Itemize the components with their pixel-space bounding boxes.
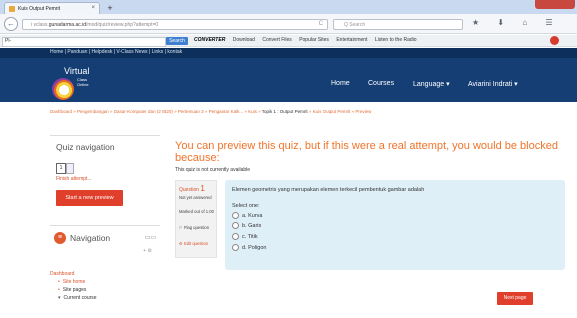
nav-item-current-course[interactable]: Current course [50,294,97,302]
nav-item-site-home[interactable]: Site home [50,278,97,286]
breadcrumb-tail[interactable]: » Kuis Output Pemrit » Preview [308,109,372,114]
flag-question-link[interactable]: ⚐ Flag question [179,225,215,230]
breadcrumb: Dashboard » Pengembangan » Dasar-Kompute… [50,109,371,114]
question-number: Question 1 [179,184,205,193]
question-nav-flag [66,163,74,174]
radio-button[interactable] [232,233,239,240]
question-info: Question 1 Not yet answered Marked out o… [175,180,217,258]
question-nav-button[interactable]: 1 [56,163,66,174]
url-text: i vclass.gunadarma.ac.id/mod/quiz/review… [31,22,159,28]
quiz-navigation-heading: Quiz navigation [56,142,115,152]
window-close-button[interactable] [535,0,575,9]
reload-icon[interactable]: C [319,21,323,27]
select-one-label: Select one: [232,203,260,209]
url-bar[interactable]: i vclass.gunadarma.ac.id/mod/quiz/review… [22,19,328,30]
breadcrumb-current[interactable]: Topik 1 : Output Pemrit [262,109,308,114]
navigation-icon: ≡ [54,232,66,244]
toolbar-search-input[interactable]: Pl- [2,37,166,47]
block-settings-icon[interactable]: + ⚙ [143,248,152,254]
breadcrumb-trail[interactable]: Dashboard » Pengembangan » Dasar-Kompute… [50,109,262,114]
question-marks: Marked out of 1.00 [179,209,214,214]
next-page-button[interactable]: Next page [497,292,533,305]
preview-warning: You can preview this quiz, but if this w… [175,140,558,164]
tab-close-icon[interactable]: × [91,5,95,11]
logo-sub-2: Online [77,82,89,87]
toolbar-entertainment[interactable]: Entertainment [336,37,367,43]
navigation-heading: Navigation [70,233,111,243]
toolbar-icons[interactable]: ★ ⬇ ⌂ ☰ [472,18,572,30]
answer-option-b[interactable]: b. Garis [232,222,261,229]
nav-item-site-pages[interactable]: Site pages [50,286,97,294]
addon-toolbar: Pl- Search CONVERTER Download Convert Fi… [0,35,577,47]
new-tab-button[interactable]: + [103,3,117,13]
site-logo[interactable]: Virtual Class Online [48,66,90,100]
nav-language[interactable]: Language ▾ [413,80,450,88]
answer-option-c[interactable]: c. Titik [232,233,258,240]
question-state: Not yet answered [179,195,212,200]
radio-button[interactable] [232,244,239,251]
radio-button[interactable] [232,212,239,219]
toolbar-convert-files[interactable]: Convert Files [262,37,291,43]
question-content-box [225,180,565,270]
browser-tab[interactable]: Kuis Output Pemrit × [4,2,100,14]
nav-courses[interactable]: Courses [368,80,394,87]
finish-attempt-link[interactable]: Finish attempt... [56,176,92,182]
toolbar-download[interactable]: Download [233,37,255,43]
converter-logo[interactable]: CONVERTER [194,37,225,43]
nav-user-menu[interactable]: Aviarini Indrati ▾ [468,80,518,88]
toolbar-radio[interactable]: Listen to the Radio [375,37,417,43]
availability-note: This quiz is not currently available [175,167,251,173]
flag-icon: ⚐ [179,225,183,230]
site-top-links[interactable]: Home | Panduan | Helpdesk | V-Class News… [50,49,182,55]
logo-circle-icon [52,78,74,100]
question-text: Elemen geometris yang merupakan elemen t… [232,187,425,193]
start-new-preview-button[interactable]: Start a new preview [56,190,123,206]
addon-icon[interactable] [550,36,559,45]
toolbar-search-button[interactable]: Search [166,37,188,45]
block-dock-icon[interactable]: ▭▭ [145,234,156,241]
toolbar-popular-sites[interactable]: Popular Sites [299,37,329,43]
favicon-icon [9,6,15,12]
tab-title: Kuis Output Pemrit [18,6,60,12]
back-arrow-icon[interactable]: ← [4,17,18,31]
logo-name: Virtual [64,66,90,76]
navigation-list: Dashboard Site home Site pages Current c… [50,270,97,302]
answer-option-a[interactable]: a. Kurva [232,212,262,219]
gear-icon: ⚙ [179,241,183,246]
nav-item-dashboard[interactable]: Dashboard [50,270,97,278]
edit-question-link[interactable]: ⚙ Edit question [179,241,208,246]
browser-search-input[interactable]: Q Search [333,19,463,30]
navigation-block: ≡ Navigation ▭▭ + ⚙ Dashboard Site home … [50,225,160,318]
toolbar-items: CONVERTER Download Convert Files Popular… [194,37,423,43]
answer-option-d[interactable]: d. Poligon [232,244,266,251]
radio-button[interactable] [232,222,239,229]
nav-home[interactable]: Home [331,80,350,87]
